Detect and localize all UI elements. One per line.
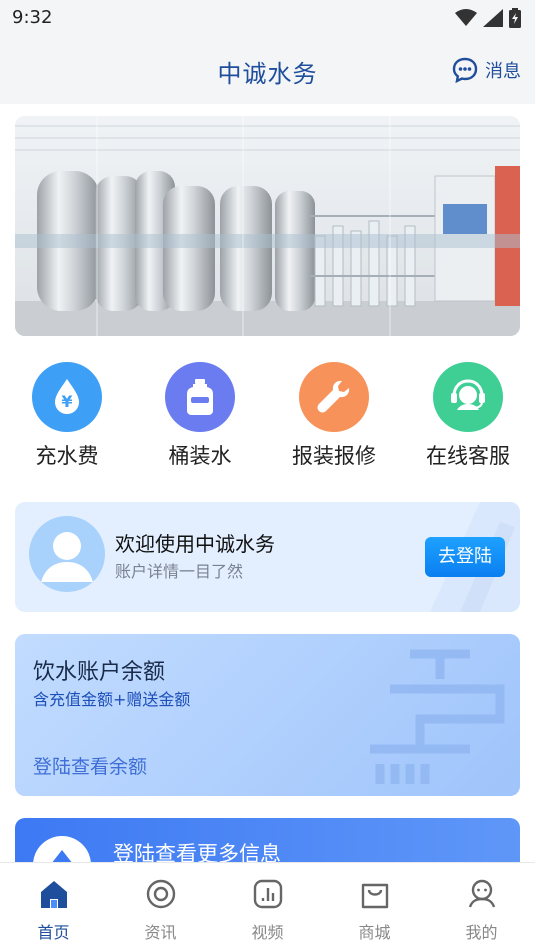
quick-action-bottled-water[interactable]: 桶装水 — [133, 362, 267, 470]
info-icon — [33, 836, 91, 862]
water-bucket-icon — [165, 362, 235, 432]
shop-bag-icon — [361, 883, 388, 909]
more-info-title: 登陆查看更多信息 — [113, 842, 281, 862]
quick-action-pay-water[interactable]: ¥ 充水费 — [0, 362, 134, 470]
login-button[interactable]: 去登陆 — [425, 537, 505, 577]
quick-action-label: 在线客服 — [426, 444, 510, 468]
water-faucet-icon — [370, 649, 505, 784]
banner-image[interactable] — [15, 116, 520, 336]
wifi-icon — [455, 9, 477, 26]
messages-label: 消息 — [485, 61, 521, 82]
app-header: 中诚水务 消息 — [0, 36, 535, 104]
tab-label: 资讯 — [144, 923, 177, 942]
wrench-icon — [299, 362, 369, 432]
news-icon — [146, 879, 175, 909]
view-balance-link[interactable]: 登陆查看余额 — [33, 752, 147, 779]
tab-video[interactable]: 视频 — [214, 877, 321, 943]
tab-label: 商城 — [358, 923, 391, 942]
tab-shop[interactable]: 商城 — [321, 877, 428, 943]
signal-icon — [483, 9, 503, 27]
tab-home[interactable]: 首页 — [0, 877, 107, 943]
headset-icon — [433, 362, 503, 432]
water-drop-yuan-icon: ¥ — [32, 362, 102, 432]
quick-action-support[interactable]: 在线客服 — [401, 362, 535, 470]
quick-action-repair[interactable]: 报装报修 — [267, 362, 401, 470]
quick-action-label: 桶装水 — [168, 444, 232, 468]
chat-bubble-icon — [452, 57, 478, 84]
video-icon — [253, 879, 282, 909]
home-icon — [40, 881, 67, 908]
tab-profile[interactable]: 我的 — [428, 877, 535, 943]
more-info-card[interactable]: 登陆查看更多信息 — [15, 818, 520, 862]
status-icons — [455, 8, 521, 28]
tab-label: 视频 — [251, 923, 284, 942]
main-content[interactable]: ¥ 充水费 桶装水 报装报修 在线客服 欢迎使用中诚水务 账户详情一目了然 去登… — [0, 104, 535, 862]
quick-action-label: 充水费 — [35, 444, 99, 468]
balance-subtitle: 含充值金额+赠送金额 — [33, 690, 191, 709]
tab-label: 我的 — [465, 923, 498, 942]
messages-button[interactable]: 消息 — [451, 56, 521, 84]
quick-actions: ¥ 充水费 桶装水 报装报修 在线客服 — [0, 362, 535, 472]
status-time: 9:32 — [12, 7, 53, 28]
avatar — [29, 516, 105, 592]
welcome-title: 欢迎使用中诚水务 — [115, 532, 275, 556]
status-bar: 9:32 — [0, 0, 535, 36]
tab-news[interactable]: 资讯 — [107, 877, 214, 943]
water-plant-illustration — [15, 116, 520, 336]
user-avatar-icon — [31, 518, 103, 590]
svg-text:¥: ¥ — [61, 392, 72, 411]
balance-title: 饮水账户余额 — [33, 660, 166, 685]
tab-label: 首页 — [37, 923, 70, 942]
bottom-tab-bar: 首页 资讯 视频 商城 我的 — [0, 862, 535, 951]
battery-icon — [509, 8, 521, 28]
login-card[interactable]: 欢迎使用中诚水务 账户详情一目了然 去登陆 — [15, 502, 520, 612]
welcome-subtitle: 账户详情一目了然 — [115, 562, 244, 581]
balance-card[interactable]: 饮水账户余额 含充值金额+赠送金额 登陆查看余额 — [15, 634, 520, 796]
quick-action-label: 报装报修 — [292, 444, 376, 468]
profile-icon — [468, 879, 495, 908]
